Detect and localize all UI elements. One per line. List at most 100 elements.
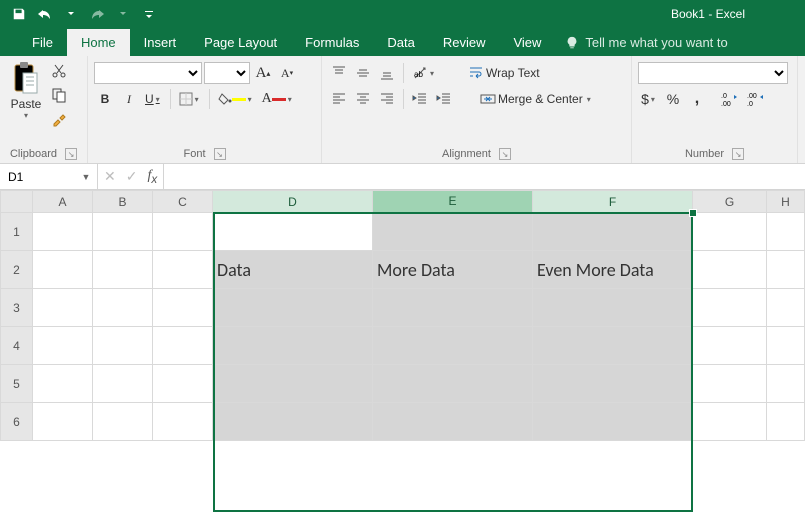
orientation-button[interactable]: ab▾ <box>409 62 439 84</box>
col-header-C[interactable]: C <box>153 191 213 213</box>
cell-D6[interactable] <box>213 403 373 441</box>
cell-B6[interactable] <box>93 403 153 441</box>
increase-decimal-button[interactable]: .0.00 <box>718 88 742 110</box>
font-color-button[interactable]: A▾ <box>259 88 297 110</box>
row-header-6[interactable]: 6 <box>1 403 33 441</box>
col-header-H[interactable]: H <box>767 191 805 213</box>
cell-F3[interactable] <box>533 289 693 327</box>
qat-customize[interactable] <box>138 3 160 25</box>
cell-C3[interactable] <box>153 289 213 327</box>
cell-E4[interactable] <box>373 327 533 365</box>
col-header-D[interactable]: D <box>213 191 373 213</box>
align-center-button[interactable] <box>352 88 374 110</box>
save-button[interactable] <box>8 3 30 25</box>
cell-D4[interactable] <box>213 327 373 365</box>
cell-H3[interactable] <box>767 289 805 327</box>
enter-formula-button[interactable]: ✓ <box>126 168 138 185</box>
cell-E3[interactable] <box>373 289 533 327</box>
wrap-text-button[interactable]: Wrap Text <box>461 62 549 84</box>
cell-A3[interactable] <box>33 289 93 327</box>
tab-view[interactable]: View <box>499 29 555 56</box>
cell-A4[interactable] <box>33 327 93 365</box>
align-left-button[interactable] <box>328 88 350 110</box>
decrease-font-button[interactable]: A▾ <box>276 62 298 84</box>
merge-center-button[interactable]: Merge & Center▾ <box>473 88 600 110</box>
cell-C6[interactable] <box>153 403 213 441</box>
cell-H5[interactable] <box>767 365 805 403</box>
cell-D3[interactable] <box>213 289 373 327</box>
number-format-select[interactable]: General <box>638 62 788 84</box>
tab-data[interactable]: Data <box>373 29 428 56</box>
col-header-E[interactable]: E <box>373 191 533 213</box>
cell-G1[interactable] <box>693 213 767 251</box>
row-header-1[interactable]: 1 <box>1 213 33 251</box>
select-all-corner[interactable] <box>1 191 33 213</box>
percent-format-button[interactable]: % <box>662 88 684 110</box>
cell-E6[interactable] <box>373 403 533 441</box>
cell-G3[interactable] <box>693 289 767 327</box>
accounting-format-button[interactable]: $▾ <box>638 88 660 110</box>
name-box-input[interactable] <box>0 170 78 184</box>
redo-button[interactable] <box>86 3 108 25</box>
paste-button[interactable]: Paste ▾ <box>6 60 46 126</box>
cell-C5[interactable] <box>153 365 213 403</box>
redo-dropdown[interactable] <box>112 3 134 25</box>
cell-D2[interactable]: Data <box>213 251 373 289</box>
cell-C2[interactable] <box>153 251 213 289</box>
cell-B4[interactable] <box>93 327 153 365</box>
clipboard-launcher[interactable]: ↘ <box>65 148 77 160</box>
font-size-select[interactable]: 18 <box>204 62 250 84</box>
copy-button[interactable] <box>48 84 70 106</box>
cell-D1[interactable] <box>213 213 373 251</box>
cell-H2[interactable] <box>767 251 805 289</box>
col-header-F[interactable]: F <box>533 191 693 213</box>
italic-button[interactable]: I <box>118 88 140 110</box>
increase-indent-button[interactable] <box>433 88 455 110</box>
cell-E1[interactable] <box>373 213 533 251</box>
undo-dropdown[interactable] <box>60 3 82 25</box>
cell-C1[interactable] <box>153 213 213 251</box>
fill-color-button[interactable]: ▾ <box>215 88 257 110</box>
tab-file[interactable]: File <box>18 29 67 56</box>
worksheet[interactable]: A B C D E F G H 1 2 Data <box>0 190 805 513</box>
tell-me[interactable]: Tell me what you want to <box>555 29 737 56</box>
align-top-button[interactable] <box>328 62 350 84</box>
number-launcher[interactable]: ↘ <box>732 148 744 160</box>
chevron-down-icon[interactable]: ▼ <box>78 172 94 182</box>
row-header-4[interactable]: 4 <box>1 327 33 365</box>
cell-F2[interactable]: Even More Data <box>533 251 693 289</box>
cell-B3[interactable] <box>93 289 153 327</box>
formula-input[interactable] <box>164 164 805 189</box>
align-bottom-button[interactable] <box>376 62 398 84</box>
cell-B1[interactable] <box>93 213 153 251</box>
cell-F6[interactable] <box>533 403 693 441</box>
font-name-select[interactable]: Calibri <box>94 62 202 84</box>
cell-E5[interactable] <box>373 365 533 403</box>
cell-H6[interactable] <box>767 403 805 441</box>
cell-A1[interactable] <box>33 213 93 251</box>
font-launcher[interactable]: ↘ <box>214 148 226 160</box>
cell-E2[interactable]: More Data <box>373 251 533 289</box>
bold-button[interactable]: B <box>94 88 116 110</box>
row-header-5[interactable]: 5 <box>1 365 33 403</box>
cell-G6[interactable] <box>693 403 767 441</box>
cell-D5[interactable] <box>213 365 373 403</box>
decrease-decimal-button[interactable]: .00.0 <box>744 88 768 110</box>
alignment-launcher[interactable]: ↘ <box>499 148 511 160</box>
undo-button[interactable] <box>34 3 56 25</box>
cell-B2[interactable] <box>93 251 153 289</box>
increase-font-button[interactable]: A▴ <box>252 62 274 84</box>
row-header-3[interactable]: 3 <box>1 289 33 327</box>
cell-A5[interactable] <box>33 365 93 403</box>
cell-A2[interactable] <box>33 251 93 289</box>
cell-B5[interactable] <box>93 365 153 403</box>
cell-G5[interactable] <box>693 365 767 403</box>
cell-C4[interactable] <box>153 327 213 365</box>
row-header-2[interactable]: 2 <box>1 251 33 289</box>
col-header-B[interactable]: B <box>93 191 153 213</box>
align-right-button[interactable] <box>376 88 398 110</box>
tab-home[interactable]: Home <box>67 29 130 56</box>
fx-button[interactable]: fx <box>147 168 157 186</box>
cut-button[interactable] <box>48 60 70 82</box>
comma-format-button[interactable]: , <box>686 88 708 110</box>
